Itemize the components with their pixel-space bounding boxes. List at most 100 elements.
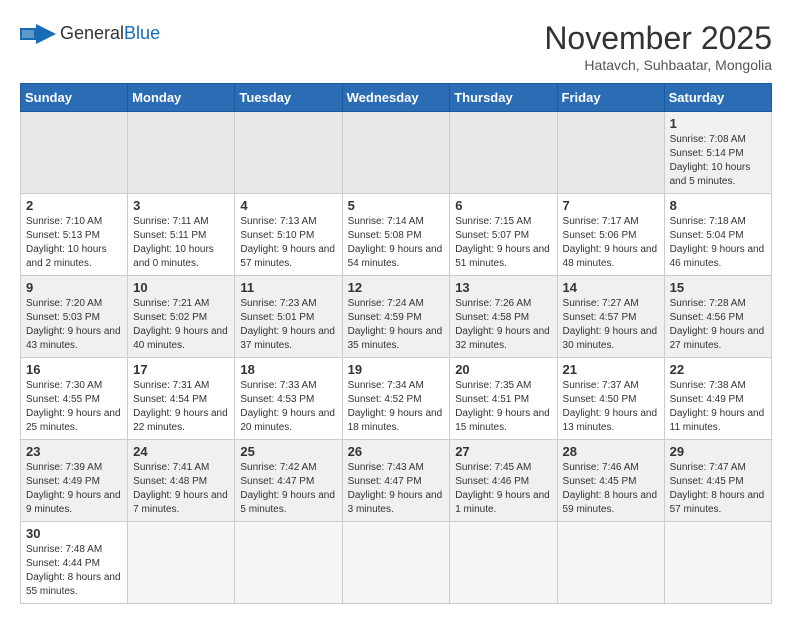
day-info: Sunrise: 7:39 AM Sunset: 4:49 PM Dayligh… <box>26 461 122 517</box>
calendar-cell: 2Sunrise: 7:10 AM Sunset: 5:13 PM Daylig… <box>21 194 128 276</box>
day-info: Sunrise: 7:46 AM Sunset: 4:45 PM Dayligh… <box>563 461 659 517</box>
calendar-cell <box>450 112 557 194</box>
day-info: Sunrise: 7:24 AM Sunset: 4:59 PM Dayligh… <box>348 297 445 353</box>
day-number: 6 <box>455 198 551 213</box>
day-number: 26 <box>348 444 445 459</box>
day-info: Sunrise: 7:20 AM Sunset: 5:03 PM Dayligh… <box>26 297 122 353</box>
day-number: 18 <box>240 362 336 377</box>
day-number: 25 <box>240 444 336 459</box>
day-info: Sunrise: 7:45 AM Sunset: 4:46 PM Dayligh… <box>455 461 551 517</box>
day-info: Sunrise: 7:17 AM Sunset: 5:06 PM Dayligh… <box>563 215 659 271</box>
header: GeneralBlue November 2025 Hatavch, Suhba… <box>20 20 772 73</box>
calendar-cell: 18 Sunrise: 7:33 AM Sunset: 4:53 PM Dayli… <box>235 358 342 440</box>
calendar-week-row-1: 2Sunrise: 7:10 AM Sunset: 5:13 PM Daylig… <box>21 194 772 276</box>
day-info: Sunrise: 7:10 AM Sunset: 5:13 PM Dayligh… <box>26 215 122 271</box>
day-info: Sunrise: 7:08 AM Sunset: 5:14 PM Dayligh… <box>670 133 766 189</box>
day-number: 16 <box>26 362 122 377</box>
calendar-cell: 21 Sunrise: 7:37 AM Sunset: 4:50 PM Dayli… <box>557 358 664 440</box>
calendar-cell: 26 Sunrise: 7:43 AM Sunset: 4:47 PM Dayli… <box>342 440 450 522</box>
calendar-cell: 25 Sunrise: 7:42 AM Sunset: 4:47 PM Dayli… <box>235 440 342 522</box>
calendar-cell <box>235 522 342 604</box>
calendar-cell <box>235 112 342 194</box>
logo-blue: Blue <box>124 23 160 43</box>
calendar-cell <box>450 522 557 604</box>
weekday-header-tuesday: Tuesday <box>235 84 342 112</box>
weekday-header-monday: Monday <box>128 84 235 112</box>
day-number: 29 <box>670 444 766 459</box>
day-info: Sunrise: 7:30 AM Sunset: 4:55 PM Dayligh… <box>26 379 122 435</box>
calendar-cell: 20 Sunrise: 7:35 AM Sunset: 4:51 PM Dayli… <box>450 358 557 440</box>
day-info: Sunrise: 7:48 AM Sunset: 4:44 PM Dayligh… <box>26 543 122 599</box>
calendar-cell: 8Sunrise: 7:18 AM Sunset: 5:04 PM Daylig… <box>664 194 771 276</box>
day-info: Sunrise: 7:37 AM Sunset: 4:50 PM Dayligh… <box>563 379 659 435</box>
day-number: 13 <box>455 280 551 295</box>
calendar-cell <box>557 522 664 604</box>
day-info: Sunrise: 7:23 AM Sunset: 5:01 PM Dayligh… <box>240 297 336 353</box>
day-number: 5 <box>348 198 445 213</box>
calendar-cell: 22Sunrise: 7:38 AM Sunset: 4:49 PM Dayli… <box>664 358 771 440</box>
calendar-cell: 14 Sunrise: 7:27 AM Sunset: 4:57 PM Dayli… <box>557 276 664 358</box>
day-info: Sunrise: 7:11 AM Sunset: 5:11 PM Dayligh… <box>133 215 229 271</box>
day-number: 28 <box>563 444 659 459</box>
logo: GeneralBlue <box>20 20 160 48</box>
day-number: 24 <box>133 444 229 459</box>
calendar-cell <box>557 112 664 194</box>
day-info: Sunrise: 7:43 AM Sunset: 4:47 PM Dayligh… <box>348 461 445 517</box>
day-info: Sunrise: 7:15 AM Sunset: 5:07 PM Dayligh… <box>455 215 551 271</box>
day-number: 3 <box>133 198 229 213</box>
day-number: 14 <box>563 280 659 295</box>
logo-icon <box>20 20 56 48</box>
day-info: Sunrise: 7:31 AM Sunset: 4:54 PM Dayligh… <box>133 379 229 435</box>
day-number: 4 <box>240 198 336 213</box>
calendar-cell: 12 Sunrise: 7:24 AM Sunset: 4:59 PM Dayli… <box>342 276 450 358</box>
day-number: 12 <box>348 280 445 295</box>
calendar: SundayMondayTuesdayWednesdayThursdayFrid… <box>20 83 772 604</box>
calendar-cell: 30Sunrise: 7:48 AM Sunset: 4:44 PM Dayli… <box>21 522 128 604</box>
calendar-cell: 17 Sunrise: 7:31 AM Sunset: 4:54 PM Dayli… <box>128 358 235 440</box>
calendar-cell <box>128 112 235 194</box>
title-section: November 2025 Hatavch, Suhbaatar, Mongol… <box>544 20 772 73</box>
calendar-week-row-0: 1Sunrise: 7:08 AM Sunset: 5:14 PM Daylig… <box>21 112 772 194</box>
calendar-cell: 23Sunrise: 7:39 AM Sunset: 4:49 PM Dayli… <box>21 440 128 522</box>
calendar-cell: 10Sunrise: 7:21 AM Sunset: 5:02 PM Dayli… <box>128 276 235 358</box>
weekday-header-friday: Friday <box>557 84 664 112</box>
day-info: Sunrise: 7:34 AM Sunset: 4:52 PM Dayligh… <box>348 379 445 435</box>
calendar-week-row-4: 23Sunrise: 7:39 AM Sunset: 4:49 PM Dayli… <box>21 440 772 522</box>
logo-text: GeneralBlue <box>60 24 160 44</box>
day-info: Sunrise: 7:21 AM Sunset: 5:02 PM Dayligh… <box>133 297 229 353</box>
calendar-cell: 28 Sunrise: 7:46 AM Sunset: 4:45 PM Dayli… <box>557 440 664 522</box>
day-number: 15 <box>670 280 766 295</box>
day-number: 20 <box>455 362 551 377</box>
calendar-cell: 13 Sunrise: 7:26 AM Sunset: 4:58 PM Dayli… <box>450 276 557 358</box>
calendar-cell: 16 Sunrise: 7:30 AM Sunset: 4:55 PM Dayli… <box>21 358 128 440</box>
day-number: 17 <box>133 362 229 377</box>
day-number: 9 <box>26 280 122 295</box>
calendar-cell: 24Sunrise: 7:41 AM Sunset: 4:48 PM Dayli… <box>128 440 235 522</box>
calendar-cell: 1Sunrise: 7:08 AM Sunset: 5:14 PM Daylig… <box>664 112 771 194</box>
day-info: Sunrise: 7:42 AM Sunset: 4:47 PM Dayligh… <box>240 461 336 517</box>
day-info: Sunrise: 7:28 AM Sunset: 4:56 PM Dayligh… <box>670 297 766 353</box>
day-info: Sunrise: 7:27 AM Sunset: 4:57 PM Dayligh… <box>563 297 659 353</box>
day-info: Sunrise: 7:18 AM Sunset: 5:04 PM Dayligh… <box>670 215 766 271</box>
day-info: Sunrise: 7:13 AM Sunset: 5:10 PM Dayligh… <box>240 215 336 271</box>
day-info: Sunrise: 7:33 AM Sunset: 4:53 PM Dayligh… <box>240 379 336 435</box>
day-info: Sunrise: 7:26 AM Sunset: 4:58 PM Dayligh… <box>455 297 551 353</box>
calendar-week-row-5: 30Sunrise: 7:48 AM Sunset: 4:44 PM Dayli… <box>21 522 772 604</box>
day-info: Sunrise: 7:35 AM Sunset: 4:51 PM Dayligh… <box>455 379 551 435</box>
calendar-week-row-3: 16 Sunrise: 7:30 AM Sunset: 4:55 PM Dayli… <box>21 358 772 440</box>
calendar-cell: 29Sunrise: 7:47 AM Sunset: 4:45 PM Dayli… <box>664 440 771 522</box>
calendar-cell <box>342 112 450 194</box>
weekday-header-row: SundayMondayTuesdayWednesdayThursdayFrid… <box>21 84 772 112</box>
day-number: 21 <box>563 362 659 377</box>
weekday-header-saturday: Saturday <box>664 84 771 112</box>
calendar-cell: 4 Sunrise: 7:13 AM Sunset: 5:10 PM Daylig… <box>235 194 342 276</box>
day-number: 19 <box>348 362 445 377</box>
weekday-header-thursday: Thursday <box>450 84 557 112</box>
day-info: Sunrise: 7:14 AM Sunset: 5:08 PM Dayligh… <box>348 215 445 271</box>
day-number: 22 <box>670 362 766 377</box>
calendar-cell: 5 Sunrise: 7:14 AM Sunset: 5:08 PM Daylig… <box>342 194 450 276</box>
calendar-cell <box>21 112 128 194</box>
calendar-cell: 27Sunrise: 7:45 AM Sunset: 4:46 PM Dayli… <box>450 440 557 522</box>
calendar-cell <box>128 522 235 604</box>
weekday-header-sunday: Sunday <box>21 84 128 112</box>
